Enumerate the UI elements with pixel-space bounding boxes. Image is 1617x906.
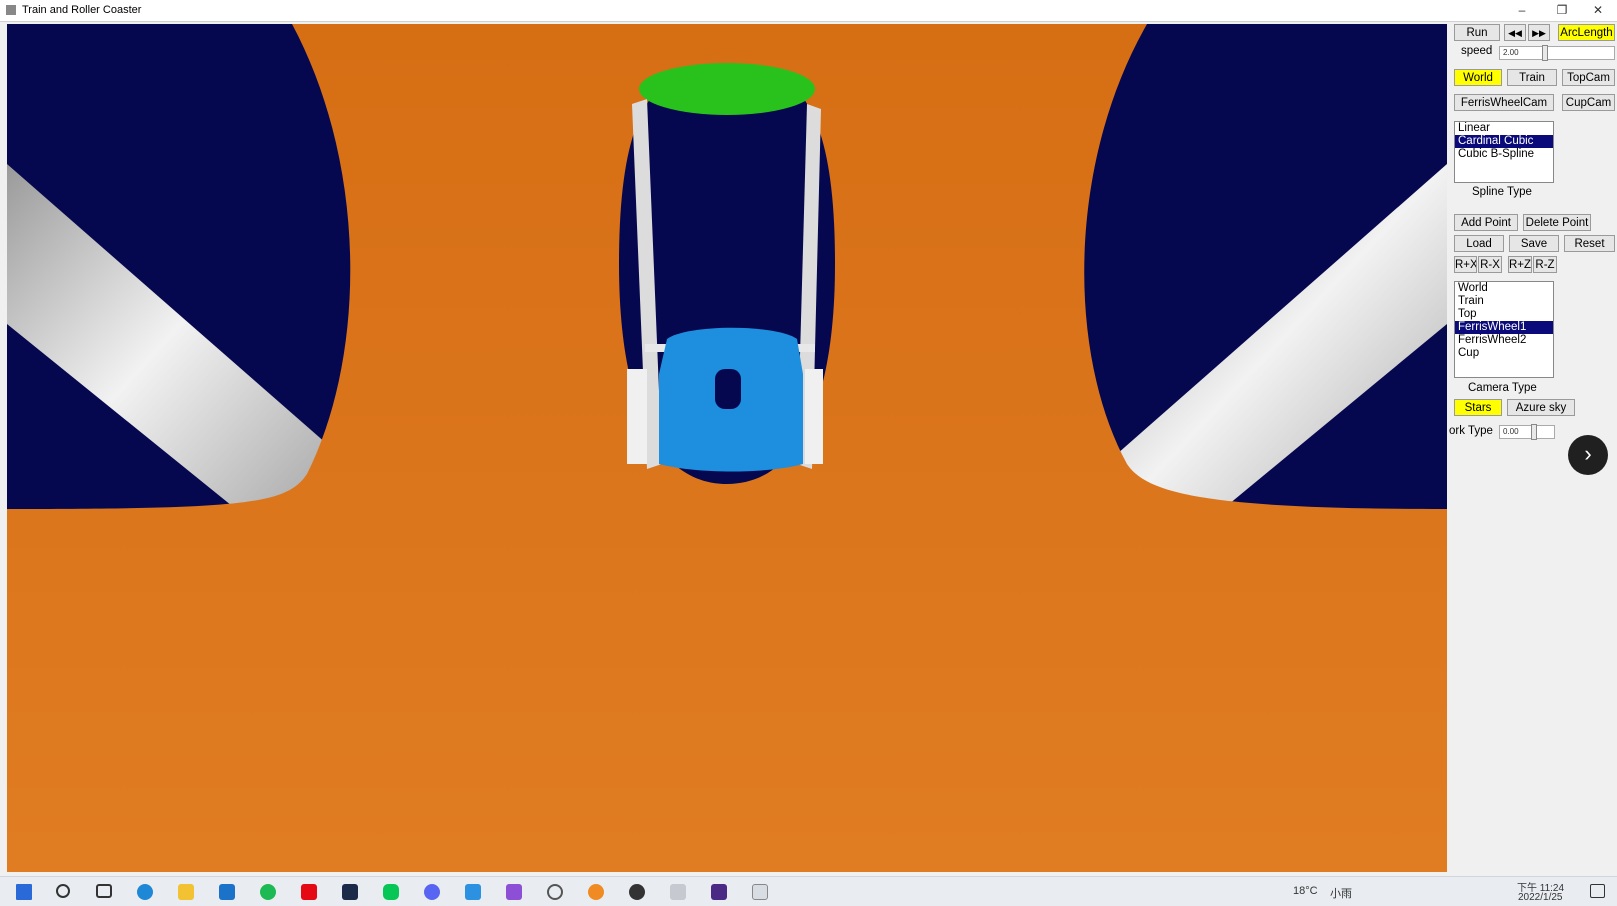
discord-icon[interactable]	[424, 884, 440, 900]
speed-label: speed	[1461, 45, 1493, 57]
task-view-icon[interactable]	[96, 884, 112, 898]
cupcam-button[interactable]: CupCam	[1562, 94, 1615, 111]
delete-point-button[interactable]: Delete Point	[1523, 214, 1591, 231]
blender-icon[interactable]	[588, 884, 604, 900]
spotify-icon[interactable]	[260, 884, 276, 900]
file-explorer-icon[interactable]	[178, 884, 194, 900]
visual-studio-icon[interactable]	[506, 884, 522, 900]
topcam-button[interactable]: TopCam	[1562, 69, 1615, 86]
camera-type-label: Camera Type	[1468, 382, 1537, 394]
add-point-button[interactable]: Add Point	[1454, 214, 1518, 231]
3d-viewport[interactable]	[7, 24, 1447, 872]
save-button[interactable]: Save	[1509, 235, 1559, 252]
ferriswheelcam-button[interactable]: FerrisWheelCam	[1454, 94, 1554, 111]
camera-option-ferriswheel1[interactable]: FerrisWheel1	[1455, 321, 1553, 334]
cabin-side-left	[627, 369, 647, 464]
camera-type-list[interactable]: World Train Top FerrisWheel1 FerrisWheel…	[1454, 281, 1554, 378]
vscode-icon[interactable]	[465, 884, 481, 900]
speed-slider[interactable]: 2.00	[1499, 45, 1615, 61]
windows-start-icon[interactable]	[16, 884, 32, 900]
weather-temp[interactable]: 18°C	[1293, 885, 1318, 897]
work-type-value: 0.00	[1503, 427, 1519, 436]
netflix-icon[interactable]	[301, 884, 317, 900]
rotate-minus-x-button[interactable]: R-X	[1478, 256, 1502, 273]
rotate-plus-z-button[interactable]: R+Z	[1508, 256, 1532, 273]
speed-value: 2.00	[1503, 48, 1519, 57]
mail-icon[interactable]	[219, 884, 235, 900]
edge-icon[interactable]	[137, 884, 153, 900]
cabin-side-right	[805, 369, 823, 464]
spline-option-linear[interactable]: Linear	[1455, 122, 1553, 135]
window-title: Train and Roller Coaster	[22, 4, 142, 16]
fast-forward-icon[interactable]: ▶▶	[1528, 24, 1550, 41]
search-icon[interactable]	[56, 884, 70, 898]
title-bar: Train and Roller Coaster – ❐ ✕	[0, 0, 1617, 22]
close-button[interactable]: ✕	[1578, 0, 1617, 21]
chevron-right-icon[interactable]: ›	[1568, 435, 1608, 475]
green-cabin-roof	[639, 63, 815, 115]
app-icon[interactable]	[547, 884, 563, 900]
load-button[interactable]: Load	[1454, 235, 1504, 252]
spline-type-list[interactable]: Linear Cardinal Cubic Cubic B-Spline	[1454, 121, 1554, 183]
camera-option-ferriswheel2[interactable]: FerrisWheel2	[1455, 334, 1553, 347]
camera-option-top[interactable]: Top	[1455, 308, 1553, 321]
line-icon[interactable]	[383, 884, 399, 900]
spline-option-cubic-bspline[interactable]: Cubic B-Spline	[1455, 148, 1553, 161]
maximize-button[interactable]: ❐	[1542, 0, 1582, 21]
train-cam-button[interactable]: Train	[1507, 69, 1557, 86]
rotate-minus-z-button[interactable]: R-Z	[1533, 256, 1557, 273]
arclength-button[interactable]: ArcLength	[1558, 24, 1615, 41]
notification-icon[interactable]	[1590, 884, 1605, 898]
run-button[interactable]: Run	[1454, 24, 1500, 41]
world-cam-button[interactable]: World	[1454, 69, 1502, 86]
reset-button[interactable]: Reset	[1564, 235, 1615, 252]
clock-date[interactable]: 2022/1/25	[1518, 892, 1563, 903]
azure-sky-button[interactable]: Azure sky	[1507, 399, 1575, 416]
camera-option-world[interactable]: World	[1455, 282, 1553, 295]
work-type-label: ork Type	[1449, 425, 1493, 437]
work-type-slider-knob[interactable]	[1531, 424, 1537, 440]
work-type-slider[interactable]: 0.00	[1499, 424, 1555, 440]
spline-type-label: Spline Type	[1472, 186, 1532, 198]
minimize-button[interactable]: –	[1502, 0, 1542, 21]
spline-option-cardinal-cubic[interactable]: Cardinal Cubic	[1455, 135, 1553, 148]
camera-option-cup[interactable]: Cup	[1455, 347, 1553, 360]
rewind-icon[interactable]: ◀◀	[1504, 24, 1526, 41]
terminal-icon[interactable]	[342, 884, 358, 900]
app-icon	[6, 5, 16, 15]
speed-slider-knob[interactable]	[1542, 45, 1548, 61]
rotate-plus-x-button[interactable]: R+X	[1454, 256, 1477, 273]
steam-icon[interactable]	[629, 884, 645, 900]
seat-hole	[715, 369, 741, 409]
active-app-icon[interactable]	[752, 884, 768, 900]
photos-icon[interactable]	[670, 884, 686, 900]
video-icon[interactable]	[711, 884, 727, 900]
taskbar: 18°C 小雨 下午 11:24 2022/1/25	[0, 876, 1617, 906]
scene-render	[7, 24, 1447, 872]
camera-option-train[interactable]: Train	[1455, 295, 1553, 308]
stars-button[interactable]: Stars	[1454, 399, 1502, 416]
weather-desc: 小雨	[1330, 888, 1352, 900]
